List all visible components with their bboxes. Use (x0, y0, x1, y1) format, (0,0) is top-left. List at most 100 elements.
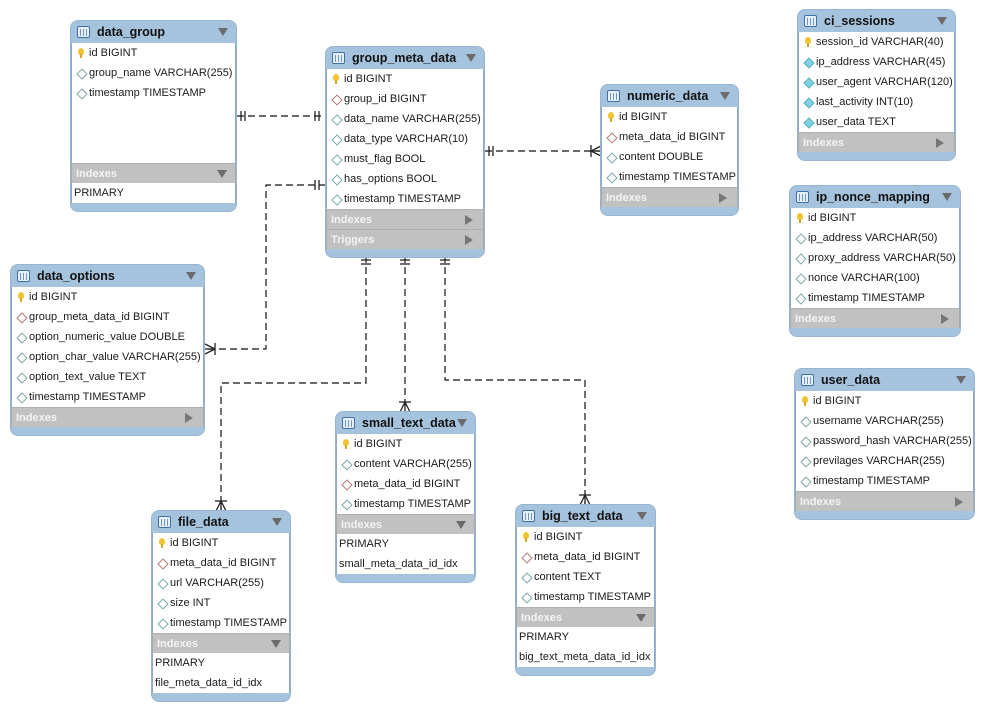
column-row[interactable]: group_id BIGINT (327, 89, 483, 109)
collapsed-arrow-icon[interactable] (719, 193, 727, 203)
column-row[interactable]: id BIGINT (517, 527, 654, 547)
index-item[interactable]: PRIMARY (517, 627, 654, 647)
collapsed-arrow-icon[interactable] (941, 314, 949, 324)
table-header[interactable]: user_data (795, 369, 974, 391)
collapse-toggle-icon[interactable] (218, 28, 228, 36)
table-header[interactable]: numeric_data (601, 85, 738, 107)
table-user-data[interactable]: user_data id BIGINT username VARCHAR(255) p… (795, 369, 974, 519)
table-header[interactable]: ci_sessions (798, 10, 955, 32)
column-row[interactable]: timestamp TIMESTAMP (327, 189, 483, 209)
column-row[interactable]: id BIGINT (12, 287, 203, 307)
collapse-toggle-icon[interactable] (457, 419, 467, 427)
collapse-toggle-icon[interactable] (272, 518, 282, 526)
column-row[interactable]: timestamp TIMESTAMP (153, 613, 289, 633)
section-indexes[interactable]: Indexes (152, 633, 290, 653)
collapsed-arrow-icon[interactable] (955, 497, 963, 507)
column-row[interactable]: proxy_address VARCHAR(50) (791, 248, 959, 268)
collapse-toggle-icon[interactable] (942, 193, 952, 201)
column-row[interactable]: id BIGINT (791, 208, 959, 228)
table-header[interactable]: data_options (11, 265, 204, 287)
collapse-toggle-icon[interactable] (720, 92, 730, 100)
column-row[interactable]: timestamp TIMESTAMP (791, 288, 959, 308)
column-row[interactable]: option_numeric_value DOUBLE (12, 327, 203, 347)
table-group-meta-data[interactable]: group_meta_data id BIGINT group_id BIGINT d… (326, 47, 484, 257)
column-row[interactable]: meta_data_id BIGINT (153, 553, 289, 573)
section-indexes[interactable]: Indexes (790, 308, 960, 328)
column-row[interactable]: id BIGINT (796, 391, 973, 411)
index-item[interactable]: small_meta_data_id_idx (337, 554, 474, 574)
table-header[interactable]: file_data (152, 511, 290, 533)
column-row[interactable]: meta_data_id BIGINT (602, 127, 737, 147)
column-row[interactable]: size INT (153, 593, 289, 613)
section-indexes[interactable]: Indexes (336, 514, 475, 534)
section-indexes[interactable]: Indexes (71, 163, 236, 183)
column-row[interactable]: last_activity INT(10) (799, 92, 954, 112)
section-indexes[interactable]: Indexes (795, 491, 974, 511)
column-row[interactable]: id BIGINT (337, 434, 474, 454)
column-row[interactable]: content DOUBLE (602, 147, 737, 167)
collapse-toggle-icon[interactable] (937, 17, 947, 25)
collapse-toggle-icon[interactable] (186, 272, 196, 280)
index-item[interactable]: PRIMARY (153, 653, 289, 673)
collapsed-arrow-icon[interactable] (185, 413, 193, 423)
section-indexes[interactable]: Indexes (326, 209, 484, 229)
column-row[interactable]: previlages VARCHAR(255) (796, 451, 973, 471)
column-row[interactable]: username VARCHAR(255) (796, 411, 973, 431)
column-row[interactable]: option_text_value TEXT (12, 367, 203, 387)
index-item[interactable]: PRIMARY (337, 534, 474, 554)
column-row[interactable]: nonce VARCHAR(100) (791, 268, 959, 288)
column-row[interactable]: group_name VARCHAR(255) (72, 63, 235, 83)
section-indexes[interactable]: Indexes (11, 407, 204, 427)
collapse-toggle-icon[interactable] (637, 512, 647, 520)
column-row[interactable]: timestamp TIMESTAMP (72, 83, 235, 103)
table-data-options[interactable]: data_options id BIGINT group_meta_data_id … (11, 265, 204, 435)
column-row[interactable]: user_agent VARCHAR(120) (799, 72, 954, 92)
table-header[interactable]: data_group (71, 21, 236, 43)
table-data-group[interactable]: data_group id BIGINT group_name VARCHAR(25… (71, 21, 236, 211)
column-row[interactable]: id BIGINT (602, 107, 737, 127)
column-row[interactable]: meta_data_id BIGINT (517, 547, 654, 567)
column-row[interactable]: timestamp TIMESTAMP (337, 494, 474, 514)
index-item[interactable]: file_meta_data_id_idx (153, 673, 289, 693)
column-row[interactable]: data_type VARCHAR(10) (327, 129, 483, 149)
column-row[interactable]: timestamp TIMESTAMP (602, 167, 737, 187)
collapse-toggle-icon[interactable] (956, 376, 966, 384)
table-file-data[interactable]: file_data id BIGINT meta_data_id BIGINT url… (152, 511, 290, 701)
table-big-text-data[interactable]: big_text_data id BIGINT meta_data_id BIGIN… (516, 505, 655, 675)
collapsed-arrow-icon[interactable] (465, 215, 473, 225)
column-row[interactable]: timestamp TIMESTAMP (12, 387, 203, 407)
column-row[interactable]: timestamp TIMESTAMP (796, 471, 973, 491)
column-row[interactable]: user_data TEXT (799, 112, 954, 132)
collapsed-arrow-icon[interactable] (465, 235, 473, 245)
expanded-arrow-icon[interactable] (271, 640, 281, 648)
column-row[interactable]: group_meta_data_id BIGINT (12, 307, 203, 327)
column-row[interactable]: must_flag BOOL (327, 149, 483, 169)
column-row[interactable]: ip_address VARCHAR(45) (799, 52, 954, 72)
column-row[interactable]: url VARCHAR(255) (153, 573, 289, 593)
column-row[interactable]: meta_data_id BIGINT (337, 474, 474, 494)
column-row[interactable]: ip_address VARCHAR(50) (791, 228, 959, 248)
column-row[interactable]: timestamp TIMESTAMP (517, 587, 654, 607)
expanded-arrow-icon[interactable] (636, 614, 646, 622)
column-row[interactable]: password_hash VARCHAR(255) (796, 431, 973, 451)
section-indexes[interactable]: Indexes (601, 187, 738, 207)
table-header[interactable]: group_meta_data (326, 47, 484, 69)
collapsed-arrow-icon[interactable] (936, 138, 944, 148)
section-indexes[interactable]: Indexes (798, 132, 955, 152)
column-row[interactable]: id BIGINT (153, 533, 289, 553)
expanded-arrow-icon[interactable] (217, 170, 227, 178)
column-row[interactable]: content TEXT (517, 567, 654, 587)
column-row[interactable]: session_id VARCHAR(40) (799, 32, 954, 52)
section-triggers[interactable]: Triggers (326, 229, 484, 249)
table-header[interactable]: small_text_data (336, 412, 475, 434)
table-header[interactable]: big_text_data (516, 505, 655, 527)
column-row[interactable]: id BIGINT (327, 69, 483, 89)
table-ci-sessions[interactable]: ci_sessions session_id VARCHAR(40) ip_addr… (798, 10, 955, 160)
table-header[interactable]: ip_nonce_mapping (790, 186, 960, 208)
column-row[interactable]: data_name VARCHAR(255) (327, 109, 483, 129)
column-row[interactable]: content VARCHAR(255) (337, 454, 474, 474)
column-row[interactable]: option_char_value VARCHAR(255) (12, 347, 203, 367)
table-ip-nonce-mapping[interactable]: ip_nonce_mapping id BIGINT ip_address VARC… (790, 186, 960, 336)
table-numeric-data[interactable]: numeric_data id BIGINT meta_data_id BIGINT… (601, 85, 738, 215)
column-row[interactable]: has_options BOOL (327, 169, 483, 189)
